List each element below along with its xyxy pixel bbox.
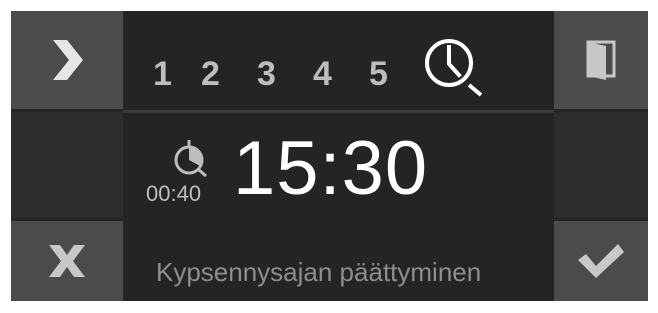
program-selector: 1 2 3 4 5 <box>123 11 554 109</box>
end-time-value[interactable]: 15:30 <box>233 131 428 207</box>
cancel-button[interactable] <box>11 221 123 301</box>
program-slot-4[interactable]: 4 <box>313 57 369 91</box>
left-spacer <box>11 112 123 218</box>
time-display: 00:40 15:30 Kypsennysajan päättyminen <box>123 113 554 301</box>
door-icon <box>586 40 616 80</box>
next-button[interactable] <box>11 11 123 109</box>
confirm-button[interactable] <box>554 221 648 301</box>
oven-display-panel: 1 2 3 4 5 00:40 15:30 Kypsennysajan päät… <box>11 11 648 301</box>
timer-duration: 00:40 <box>146 181 202 206</box>
program-slot-1[interactable]: 1 <box>153 57 201 91</box>
clock-end-time-icon[interactable] <box>421 35 485 99</box>
caption-label: Kypsennysajan päättyminen <box>156 257 482 287</box>
x-icon <box>49 245 85 277</box>
door-button[interactable] <box>554 11 648 109</box>
timer-icon <box>174 140 207 178</box>
program-slot-list: 1 2 3 4 5 <box>153 57 425 91</box>
checkmark-icon <box>578 244 624 278</box>
program-slot-2[interactable]: 2 <box>201 57 257 91</box>
program-slot-5[interactable]: 5 <box>369 57 425 91</box>
chevron-right-icon <box>53 40 83 80</box>
right-spacer <box>554 112 648 218</box>
program-slot-3[interactable]: 3 <box>257 57 313 91</box>
